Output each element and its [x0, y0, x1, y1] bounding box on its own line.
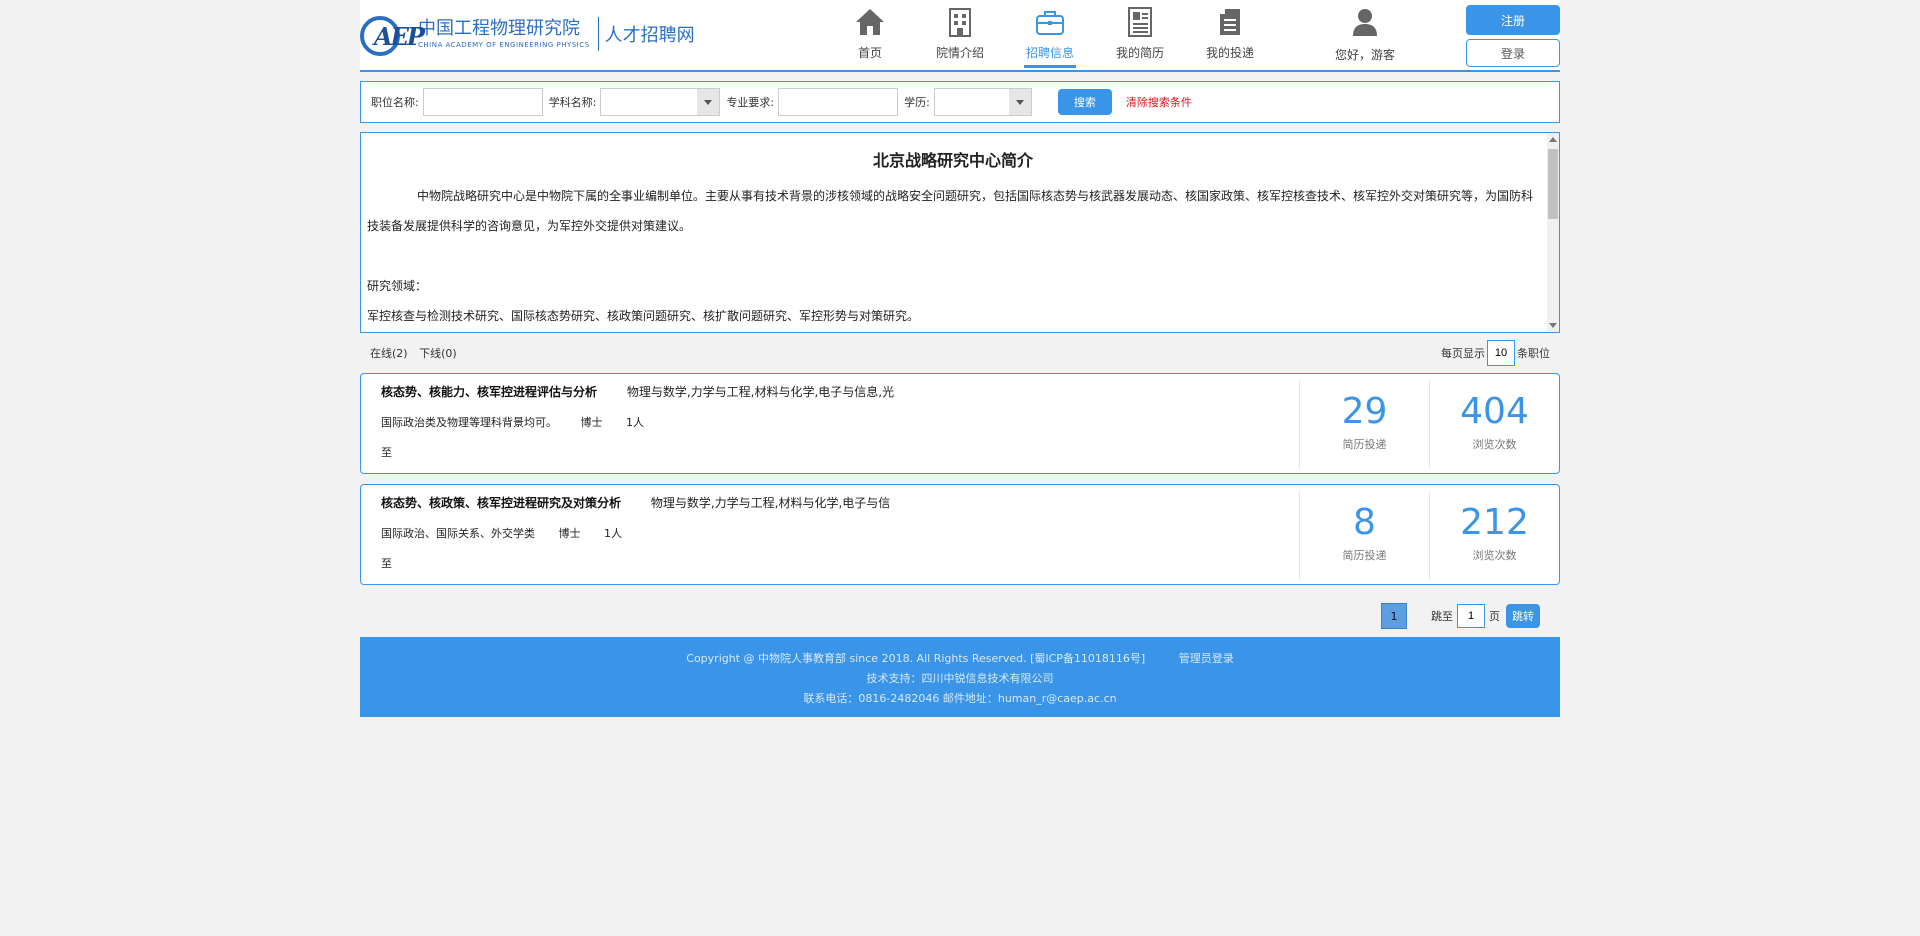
site-header: AEP 中国工程物理研究院 CHINA ACADEMY OF ENGINEERI…	[360, 0, 1560, 72]
site-logo[interactable]: AEP 中国工程物理研究院 CHINA ACADEMY OF ENGINEERI…	[360, 12, 695, 56]
subject-label: 学科名称:	[548, 96, 597, 109]
list-status-bar: 在线(2) 下线(0) 每页显示 条职位	[360, 333, 1560, 373]
nav-jobs[interactable]: 招聘信息	[1005, 4, 1095, 68]
views-label: 浏览次数	[1472, 549, 1517, 562]
logo-divider	[597, 17, 599, 51]
job-card[interactable]: 核态势、核政策、核军控进程研究及对策分析 物理与数学,力学与工程,材料与化学,电…	[360, 484, 1560, 585]
user-profile[interactable]: 您好，游客	[1320, 4, 1410, 63]
footer-contact: 联系电话：0816-2482046 邮件地址：human_r@caep.ac.c…	[803, 692, 1117, 705]
job-count: 1人	[626, 416, 644, 429]
nav-resume-label: 我的简历	[1115, 46, 1164, 60]
job-degree: 博士	[558, 527, 581, 540]
search-bar: 职位名称: 学科名称: 专业要求: 学历: 搜索 清除搜索条件	[360, 81, 1560, 123]
logo-cn-name: 中国工程物理研究院	[418, 18, 580, 39]
jump-button[interactable]: 跳转	[1506, 604, 1540, 628]
tab-online[interactable]: 在线(2)	[370, 347, 408, 360]
views-stat: 404 浏览次数	[1429, 380, 1559, 469]
job-count: 1人	[604, 527, 622, 540]
logo-en-name: CHINA ACADEMY OF ENGINEERING PHYSICS	[418, 41, 590, 49]
research-field-text: 军控核查与检测技术研究、国际核态势研究、核政策问题研究、核扩散问题研究、军控形势…	[367, 309, 920, 323]
chevron-down-icon	[1008, 89, 1031, 115]
job-requirement: 国际政治类及物理等理科背景均可。	[381, 416, 557, 429]
position-input[interactable]	[422, 88, 543, 116]
major-input[interactable]	[778, 88, 899, 116]
job-majors: 物理与数学,力学与工程,材料与化学,电子与信息,光	[626, 385, 895, 399]
per-page-input[interactable]	[1487, 340, 1515, 366]
nav-home[interactable]: 首页	[825, 4, 915, 68]
job-degree: 博士	[580, 416, 603, 429]
login-button[interactable]: 登录	[1466, 39, 1560, 67]
jump-page-input[interactable]	[1457, 604, 1485, 628]
tab-offline[interactable]: 下线(0)	[419, 347, 457, 360]
scroll-thumb[interactable]	[1548, 149, 1558, 219]
job-title[interactable]: 核态势、核政策、核军控进程研究及对策分析	[381, 496, 621, 510]
nav-resume[interactable]: 我的简历	[1095, 4, 1185, 68]
nav-applications-label: 我的投递	[1205, 46, 1254, 60]
scroll-down-icon[interactable]	[1549, 323, 1557, 328]
jump-prefix: 跳至	[1431, 610, 1453, 623]
per-page-prefix: 每页显示	[1441, 347, 1485, 360]
intro-panel: 北京战略研究中心简介 中物院战略研究中心是中物院下属的全事业编制单位。主要从事有…	[360, 132, 1560, 333]
job-date: 至	[381, 557, 392, 570]
applications-count: 29	[1341, 391, 1388, 432]
home-icon	[825, 4, 915, 40]
register-button[interactable]: 注册	[1466, 5, 1560, 35]
nav-applications[interactable]: 我的投递	[1185, 4, 1275, 68]
subject-select[interactable]	[600, 88, 721, 116]
admin-login-link[interactable]: 管理员登录	[1179, 652, 1234, 665]
job-date: 至	[381, 446, 392, 459]
jump-suffix: 页	[1489, 610, 1500, 623]
briefcase-icon	[1005, 4, 1095, 40]
page-wrapper: AEP 中国工程物理研究院 CHINA ACADEMY OF ENGINEERI…	[360, 0, 1560, 717]
job-title[interactable]: 核态势、核能力、核军控进程评估与分析	[381, 385, 597, 399]
per-page-control: 每页显示 条职位	[1441, 340, 1550, 366]
applications-label: 简历投递	[1342, 549, 1387, 562]
views-count: 404	[1460, 391, 1529, 432]
caep-logo-icon: AEP	[360, 12, 426, 56]
research-field-label: 研究领域：	[367, 279, 428, 293]
user-greeting: 您好，游客	[1334, 48, 1395, 62]
job-majors: 物理与数学,力学与工程,材料与化学,电子与信	[650, 496, 891, 510]
major-label: 专业要求:	[726, 96, 775, 109]
logo-subtitle: 人才招聘网	[604, 25, 695, 46]
views-count: 212	[1460, 502, 1529, 543]
position-label: 职位名称:	[371, 96, 419, 109]
nav-home-label: 首页	[857, 46, 882, 60]
main-nav: 首页 院情介绍 招聘信息 我的简历 我的投递	[825, 4, 1275, 68]
applications-stat: 8 简历投递	[1299, 491, 1429, 580]
per-page-suffix: 条职位	[1517, 347, 1550, 360]
degree-select[interactable]	[933, 88, 1032, 116]
clear-search-link[interactable]: 清除搜索条件	[1126, 94, 1192, 110]
job-requirement: 国际政治、国际关系、外交学类	[381, 527, 535, 540]
document-icon	[1185, 4, 1275, 40]
applications-stat: 29 简历投递	[1299, 380, 1429, 469]
chevron-down-icon	[697, 89, 720, 115]
building-icon	[915, 4, 1005, 40]
footer-support: 技术支持：四川中锐信息技术有限公司	[866, 672, 1054, 685]
intro-paragraph: 中物院战略研究中心是中物院下属的全事业编制单位。主要从事有技术背景的涉核领域的战…	[367, 189, 1534, 233]
user-icon	[1320, 4, 1410, 40]
scroll-up-icon[interactable]	[1549, 137, 1557, 142]
nav-about[interactable]: 院情介绍	[915, 4, 1005, 68]
applications-label: 简历投递	[1342, 438, 1387, 451]
intro-scrollbar[interactable]	[1547, 133, 1559, 332]
applications-count: 8	[1353, 502, 1376, 543]
nav-jobs-label: 招聘信息	[1023, 46, 1076, 68]
search-button[interactable]: 搜索	[1057, 89, 1112, 115]
nav-about-label: 院情介绍	[935, 46, 984, 60]
footer-copyright: Copyright @ 中物院人事教育部 since 2018. All Rig…	[686, 652, 1146, 665]
degree-label: 学历:	[904, 96, 930, 109]
page-button-current[interactable]: 1	[1381, 603, 1407, 629]
views-label: 浏览次数	[1472, 438, 1517, 451]
views-stat: 212 浏览次数	[1429, 491, 1559, 580]
resume-icon	[1095, 4, 1185, 40]
site-footer: Copyright @ 中物院人事教育部 since 2018. All Rig…	[360, 637, 1560, 717]
job-card[interactable]: 核态势、核能力、核军控进程评估与分析 物理与数学,力学与工程,材料与化学,电子与…	[360, 373, 1560, 474]
pagination: 1 跳至 页 跳转	[360, 595, 1560, 637]
intro-title: 北京战略研究中心简介	[872, 151, 1033, 170]
